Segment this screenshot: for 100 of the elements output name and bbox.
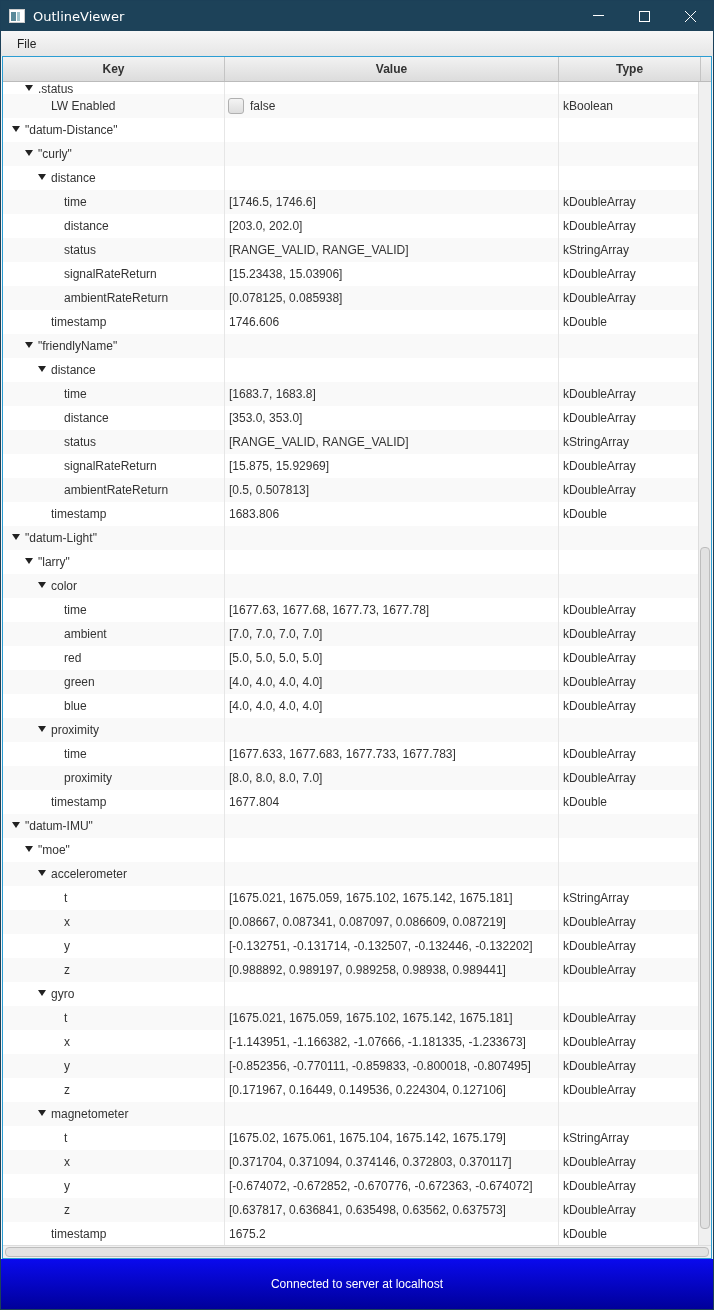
type-cell-text: kDoubleArray: [562, 771, 636, 785]
key-cell: timestamp: [51, 315, 107, 329]
type-cell-text: kStringArray: [562, 891, 630, 905]
type-cell-text: kDoubleArray: [562, 411, 636, 425]
column-header[interactable]: Type: [559, 57, 701, 81]
down-triangle-icon[interactable]: [38, 1109, 46, 1117]
down-triangle-icon[interactable]: [25, 341, 33, 349]
type-cell-text: kDoubleArray: [562, 291, 636, 305]
type-cell-text: kDoubleArray: [562, 747, 636, 761]
key-cell: y: [64, 1059, 70, 1073]
key-cell: distance: [64, 219, 109, 233]
value-cell-text: [0.637817, 0.636841, 0.635498, 0.63562, 0.637573]: [228, 1203, 506, 1217]
type-cell-text: kDoubleArray: [562, 387, 636, 401]
down-triangle-icon[interactable]: [38, 725, 46, 733]
down-triangle-icon[interactable]: [38, 581, 46, 589]
value-cell-text: [353.0, 353.0]: [228, 411, 303, 425]
key-cell: time: [64, 195, 87, 209]
type-cell-text: kDoubleArray: [562, 267, 636, 281]
vertical-scrollbar[interactable]: [698, 82, 711, 1245]
value-cell-text: [0.171967, 0.16449, 0.149536, 0.224304, 0.127106]: [228, 1083, 506, 1097]
key-cell: status: [64, 243, 96, 257]
down-triangle-icon[interactable]: [38, 173, 46, 181]
down-triangle-icon[interactable]: [25, 84, 33, 92]
key-cell: accelerometer: [51, 867, 128, 881]
key-cell: x: [64, 1155, 70, 1169]
key-cell: color: [51, 579, 77, 593]
app-icon: [9, 9, 25, 23]
key-cell: ambientRateReturn: [64, 291, 169, 305]
value-cell-text: [-1.143951, -1.166382, -1.07666, -1.181335, -1.233673]: [228, 1035, 526, 1049]
value-cell-text: [0.988892, 0.989197, 0.989258, 0.98938, 0.989441]: [228, 963, 506, 977]
type-cell-text: kDoubleArray: [562, 915, 636, 929]
value-cell-text: 1677.804: [228, 795, 280, 809]
type-cell-text: kDoubleArray: [562, 1083, 636, 1097]
value-cell-text: [0.371704, 0.371094, 0.374146, 0.372803, 0.370117]: [228, 1155, 512, 1169]
down-triangle-icon[interactable]: [12, 821, 20, 829]
type-cell-text: kDoubleArray: [562, 1203, 636, 1217]
key-cell: timestamp: [51, 507, 107, 521]
down-triangle-icon[interactable]: [12, 533, 20, 541]
type-cell-text: kDoubleArray: [562, 675, 636, 689]
checkbox[interactable]: [228, 98, 244, 114]
down-triangle-icon[interactable]: [25, 149, 33, 157]
column-header[interactable]: Value: [225, 57, 559, 81]
type-cell-text: kDoubleArray: [562, 651, 636, 665]
type-cell-text: kDouble: [562, 795, 608, 809]
key-cell: distance: [64, 411, 109, 425]
maximize-icon: [638, 10, 650, 22]
value-cell-text: 1746.606: [228, 315, 280, 329]
close-icon: [684, 10, 696, 22]
key-cell: "moe": [38, 843, 70, 857]
value-cell-text: [1675.02, 1675.061, 1675.104, 1675.142, 1675.179]: [228, 1131, 506, 1145]
column-header[interactable]: Key: [3, 57, 225, 81]
value-cell-text: [1683.7, 1683.8]: [228, 387, 316, 401]
down-triangle-icon[interactable]: [25, 557, 33, 565]
value-cell-text: [4.0, 4.0, 4.0, 4.0]: [228, 675, 323, 689]
key-cell: LW Enabled: [51, 99, 116, 113]
key-cell: y: [64, 939, 70, 953]
down-triangle-icon[interactable]: [12, 125, 20, 133]
value-cell-text: 1683.806: [228, 507, 280, 521]
key-cell: ambientRateReturn: [64, 483, 169, 497]
type-cell-text: kDoubleArray: [562, 1179, 636, 1193]
type-cell-text: kDoubleArray: [562, 219, 636, 233]
type-cell-text: kDoubleArray: [562, 939, 636, 953]
value-cell-text: [7.0, 7.0, 7.0, 7.0]: [228, 627, 323, 641]
value-cell-text: [0.078125, 0.085938]: [228, 291, 343, 305]
type-cell-text: kDoubleArray: [562, 195, 636, 209]
key-cell: proximity: [51, 723, 99, 737]
down-triangle-icon[interactable]: [38, 869, 46, 877]
horizontal-scrollbar[interactable]: [3, 1245, 711, 1258]
key-cell: time: [64, 747, 87, 761]
value-cell-text: [1677.63, 1677.68, 1677.73, 1677.78]: [228, 603, 430, 617]
key-cell: z: [64, 1203, 70, 1217]
type-cell-text: kStringArray: [562, 435, 630, 449]
type-cell-text: kStringArray: [562, 243, 630, 257]
type-cell-text: kDoubleArray: [562, 699, 636, 713]
key-cell: t: [64, 1011, 68, 1025]
value-cell-text: [1677.633, 1677.683, 1677.733, 1677.783]: [228, 747, 456, 761]
key-cell: "datum-Light": [25, 531, 97, 545]
key-cell: magnetometer: [51, 1107, 129, 1121]
type-cell-text: kDoubleArray: [562, 603, 636, 617]
menu-item[interactable]: File: [1, 36, 53, 51]
key-cell: green: [64, 675, 95, 689]
value-cell-text: [203.0, 202.0]: [228, 219, 303, 233]
key-cell: time: [64, 387, 87, 401]
down-triangle-icon[interactable]: [38, 989, 46, 997]
key-cell: "friendlyName": [38, 339, 118, 353]
value-cell-text: [0.5, 0.507813]: [228, 483, 310, 497]
value-cell-text: [1675.021, 1675.059, 1675.102, 1675.142, 1675.181]: [228, 891, 513, 905]
key-cell: distance: [51, 363, 96, 377]
key-cell: x: [64, 915, 70, 929]
value-cell-text: [4.0, 4.0, 4.0, 4.0]: [228, 699, 323, 713]
key-cell: timestamp: [51, 795, 107, 809]
type-cell-text: kBoolean: [562, 99, 614, 113]
down-triangle-icon[interactable]: [25, 845, 33, 853]
key-cell: "curly": [38, 147, 72, 161]
key-cell: proximity: [64, 771, 112, 785]
down-triangle-icon[interactable]: [38, 365, 46, 373]
type-cell-text: kDoubleArray: [562, 1155, 636, 1169]
key-cell: ambient: [64, 627, 107, 641]
value-cell-text: [0.08667, 0.087341, 0.087097, 0.086609, 0.087219]: [228, 915, 506, 929]
type-cell-text: kDoubleArray: [562, 963, 636, 977]
